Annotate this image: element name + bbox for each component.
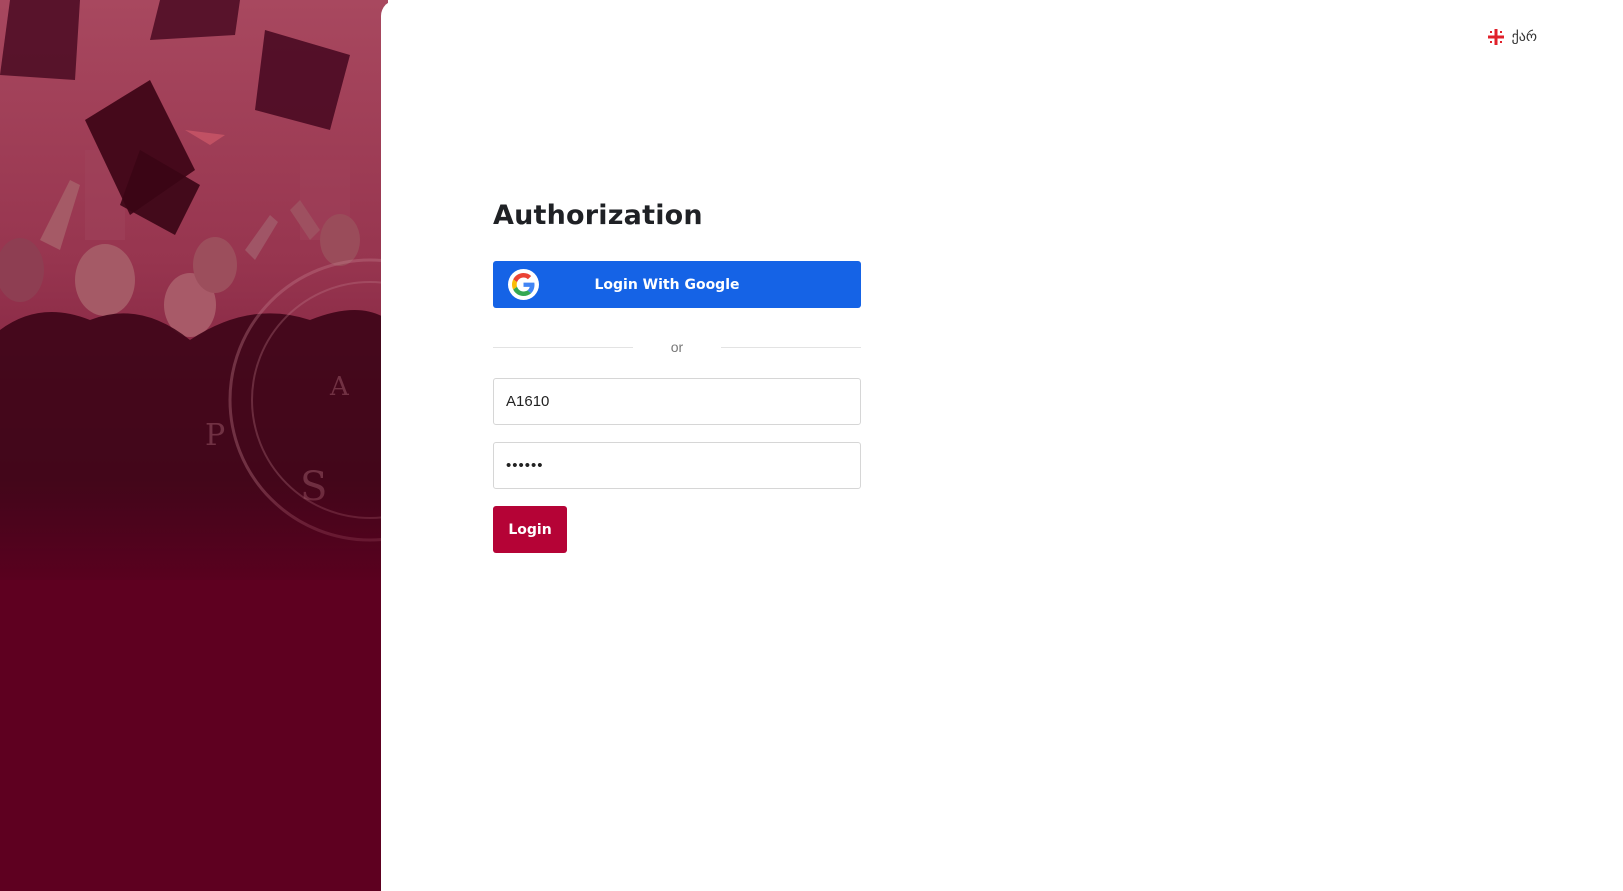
hero-panel: S A P: [0, 0, 388, 891]
hero-fade: [0, 480, 388, 600]
password-input[interactable]: [493, 442, 861, 489]
georgian-flag-icon: [1487, 28, 1504, 45]
divider-line-left: [493, 346, 633, 348]
google-g-icon: [508, 269, 539, 300]
login-page: S A P ქარ Authorization: [0, 0, 1623, 891]
login-card: ქარ Authorization Login With Google or A…: [381, 0, 1623, 891]
divider-line-right: [721, 346, 861, 348]
login-with-google-label: Login With Google: [594, 276, 740, 293]
or-divider: or: [493, 337, 861, 357]
language-label: ქარ: [1511, 28, 1537, 44]
svg-text:P: P: [205, 418, 225, 453]
username-input[interactable]: [493, 378, 861, 425]
svg-text:A: A: [329, 372, 350, 402]
login-button[interactable]: Login: [493, 506, 567, 553]
page-title: Authorization: [493, 200, 703, 231]
login-with-google-button[interactable]: Login With Google: [493, 261, 861, 308]
divider-text: or: [670, 339, 684, 355]
language-switcher[interactable]: ქარ: [1487, 28, 1537, 45]
login-form: Authorization Login With Google or A1610…: [493, 200, 861, 553]
